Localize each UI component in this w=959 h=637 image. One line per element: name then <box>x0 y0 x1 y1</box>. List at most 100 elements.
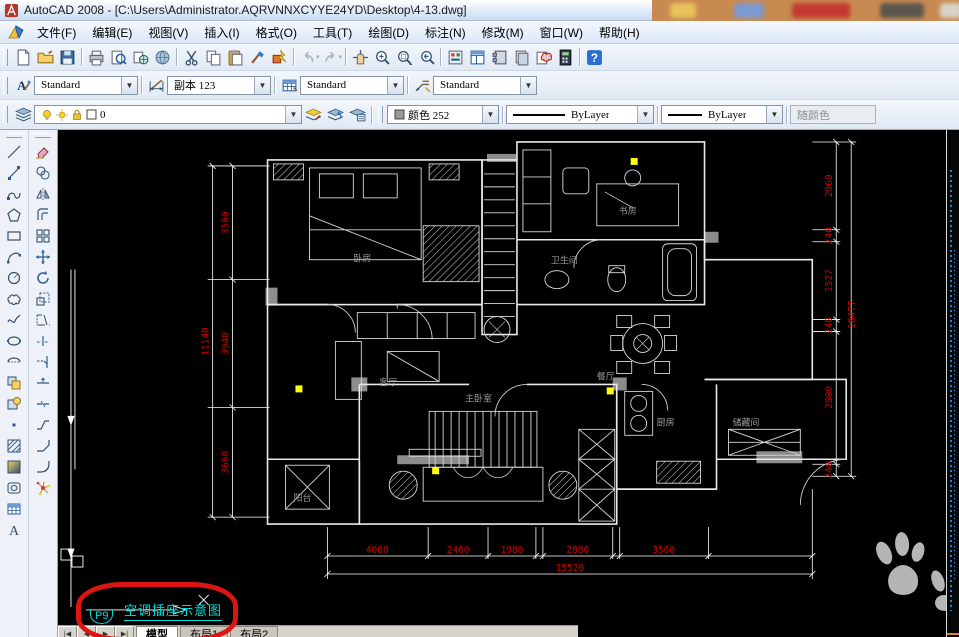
color-combo[interactable]: 颜色 252 ▼ <box>387 105 499 124</box>
mleader-style-icon[interactable] <box>411 75 433 96</box>
match-properties-button[interactable] <box>246 47 268 68</box>
menu-dimension[interactable]: 标注(N) <box>417 22 474 43</box>
menu-edit[interactable]: 编辑(E) <box>84 22 140 43</box>
offset-button[interactable] <box>31 204 56 225</box>
hatch-button[interactable] <box>2 435 27 456</box>
extend-button[interactable] <box>31 351 56 372</box>
rotate-button[interactable] <box>31 267 56 288</box>
text-style-combo[interactable]: Standard ▼ <box>34 75 138 95</box>
erase-button[interactable] <box>31 141 56 162</box>
line-button[interactable] <box>2 141 27 162</box>
markup-set-manager-button[interactable] <box>532 47 554 68</box>
mleader-style-combo[interactable]: Standard ▼ <box>433 75 537 95</box>
stretch-button[interactable] <box>31 309 56 330</box>
tab-first-button[interactable]: |◀ <box>58 626 77 637</box>
polygon-button[interactable] <box>2 204 27 225</box>
ellipse-button[interactable] <box>2 330 27 351</box>
menu-insert[interactable]: 插入(I) <box>196 22 247 43</box>
construction-line-button[interactable] <box>2 162 27 183</box>
break-at-point-button[interactable] <box>31 372 56 393</box>
copy-button[interactable] <box>202 47 224 68</box>
tool-palettes-button[interactable] <box>488 47 510 68</box>
table-style-icon[interactable] <box>278 75 300 96</box>
properties-palette-button[interactable] <box>444 47 466 68</box>
toolbar-grip[interactable] <box>3 106 8 123</box>
text-button[interactable]: A <box>2 519 27 540</box>
menu-window[interactable]: 窗口(W) <box>532 22 591 43</box>
combo-arrow-icon[interactable]: ▼ <box>520 76 536 94</box>
designcenter-button[interactable] <box>466 47 488 68</box>
undo-dropdown[interactable]: ▾ <box>316 53 320 61</box>
spline-button[interactable] <box>2 309 27 330</box>
plot-button[interactable] <box>85 47 107 68</box>
gradient-button[interactable] <box>2 456 27 477</box>
trim-button[interactable] <box>31 330 56 351</box>
region-button[interactable] <box>2 477 27 498</box>
menu-modify[interactable]: 修改(M) <box>474 22 532 43</box>
cut-button[interactable] <box>180 47 202 68</box>
menu-format[interactable]: 格式(O) <box>248 22 305 43</box>
layer-previous-icon[interactable] <box>324 104 346 125</box>
menu-draw[interactable]: 绘图(D) <box>360 22 417 43</box>
toolbar-grip[interactable] <box>378 106 383 123</box>
join-button[interactable] <box>31 414 56 435</box>
combo-arrow-icon[interactable]: ▼ <box>766 106 782 123</box>
zoom-window-button[interactable] <box>393 47 415 68</box>
combo-arrow-icon[interactable]: ▼ <box>254 76 270 94</box>
sheetset-manager-button[interactable] <box>510 47 532 68</box>
lineweight-combo[interactable]: ByLayer ▼ <box>661 105 783 124</box>
paste-button[interactable] <box>224 47 246 68</box>
table-style-combo[interactable]: Standard ▼ <box>300 75 404 95</box>
combo-arrow-icon[interactable]: ▼ <box>121 76 137 94</box>
layer-states-icon[interactable] <box>346 104 368 125</box>
menu-tools[interactable]: 工具(T) <box>305 22 360 43</box>
move-button[interactable] <box>31 246 56 267</box>
layer-freeze-sun-icon[interactable] <box>56 108 68 121</box>
redo-dropdown[interactable]: ▾ <box>339 53 343 61</box>
combo-arrow-icon[interactable]: ▼ <box>637 106 653 123</box>
menu-file[interactable]: 文件(F) <box>29 22 84 43</box>
toolbar-grip[interactable] <box>35 133 51 138</box>
layer-lock-icon[interactable] <box>71 109 83 121</box>
combo-arrow-icon[interactable]: ▼ <box>482 106 498 123</box>
menu-view[interactable]: 视图(V) <box>140 22 196 43</box>
chamfer-button[interactable] <box>31 435 56 456</box>
point-button[interactable] <box>2 414 27 435</box>
break-button[interactable] <box>31 393 56 414</box>
revision-cloud-button[interactable] <box>2 288 27 309</box>
quickcalc-button[interactable] <box>554 47 576 68</box>
publish-button[interactable] <box>129 47 151 68</box>
zoom-previous-button[interactable] <box>415 47 437 68</box>
dim-style-combo[interactable]: 副本 123 ▼ <box>167 75 271 95</box>
combo-arrow-icon[interactable]: ▼ <box>285 106 301 123</box>
dwf-globe-button[interactable] <box>151 47 173 68</box>
drawing-canvas[interactable]: 卧房 书房 卫生间 客厅 餐厅 主卧室 厨房 储藏间 阳台 3560 3940 … <box>58 130 946 637</box>
table-button[interactable] <box>2 498 27 519</box>
tab-layout2[interactable]: 布局2 <box>230 626 279 637</box>
linetype-combo[interactable]: ByLayer ▼ <box>506 105 654 124</box>
explode-button[interactable] <box>31 477 56 498</box>
make-object-layer-current-icon[interactable] <box>302 104 324 125</box>
layer-manager-icon[interactable] <box>12 104 34 125</box>
polyline-button[interactable] <box>2 183 27 204</box>
plot-preview-button[interactable] <box>107 47 129 68</box>
layer-on-bulb-icon[interactable] <box>41 109 53 121</box>
toolbar-grip[interactable] <box>6 133 22 138</box>
ellipse-arc-button[interactable] <box>2 351 27 372</box>
arc-button[interactable] <box>2 246 27 267</box>
make-block-button[interactable] <box>2 393 27 414</box>
help-button[interactable]: ? <box>583 47 605 68</box>
text-style-icon[interactable]: A <box>12 75 34 96</box>
fillet-button[interactable] <box>31 456 56 477</box>
zoom-realtime-button[interactable] <box>371 47 393 68</box>
block-editor-button[interactable] <box>268 47 290 68</box>
copy-object-button[interactable] <box>31 162 56 183</box>
toolbar-grip[interactable] <box>3 48 8 66</box>
toolbar-grip[interactable] <box>3 76 8 94</box>
combo-arrow-icon[interactable]: ▼ <box>387 76 403 94</box>
dim-style-icon[interactable] <box>145 75 167 96</box>
insert-block-button[interactable] <box>2 372 27 393</box>
layer-color-swatch[interactable] <box>86 109 97 120</box>
new-button[interactable] <box>12 47 34 68</box>
circle-button[interactable] <box>2 267 27 288</box>
